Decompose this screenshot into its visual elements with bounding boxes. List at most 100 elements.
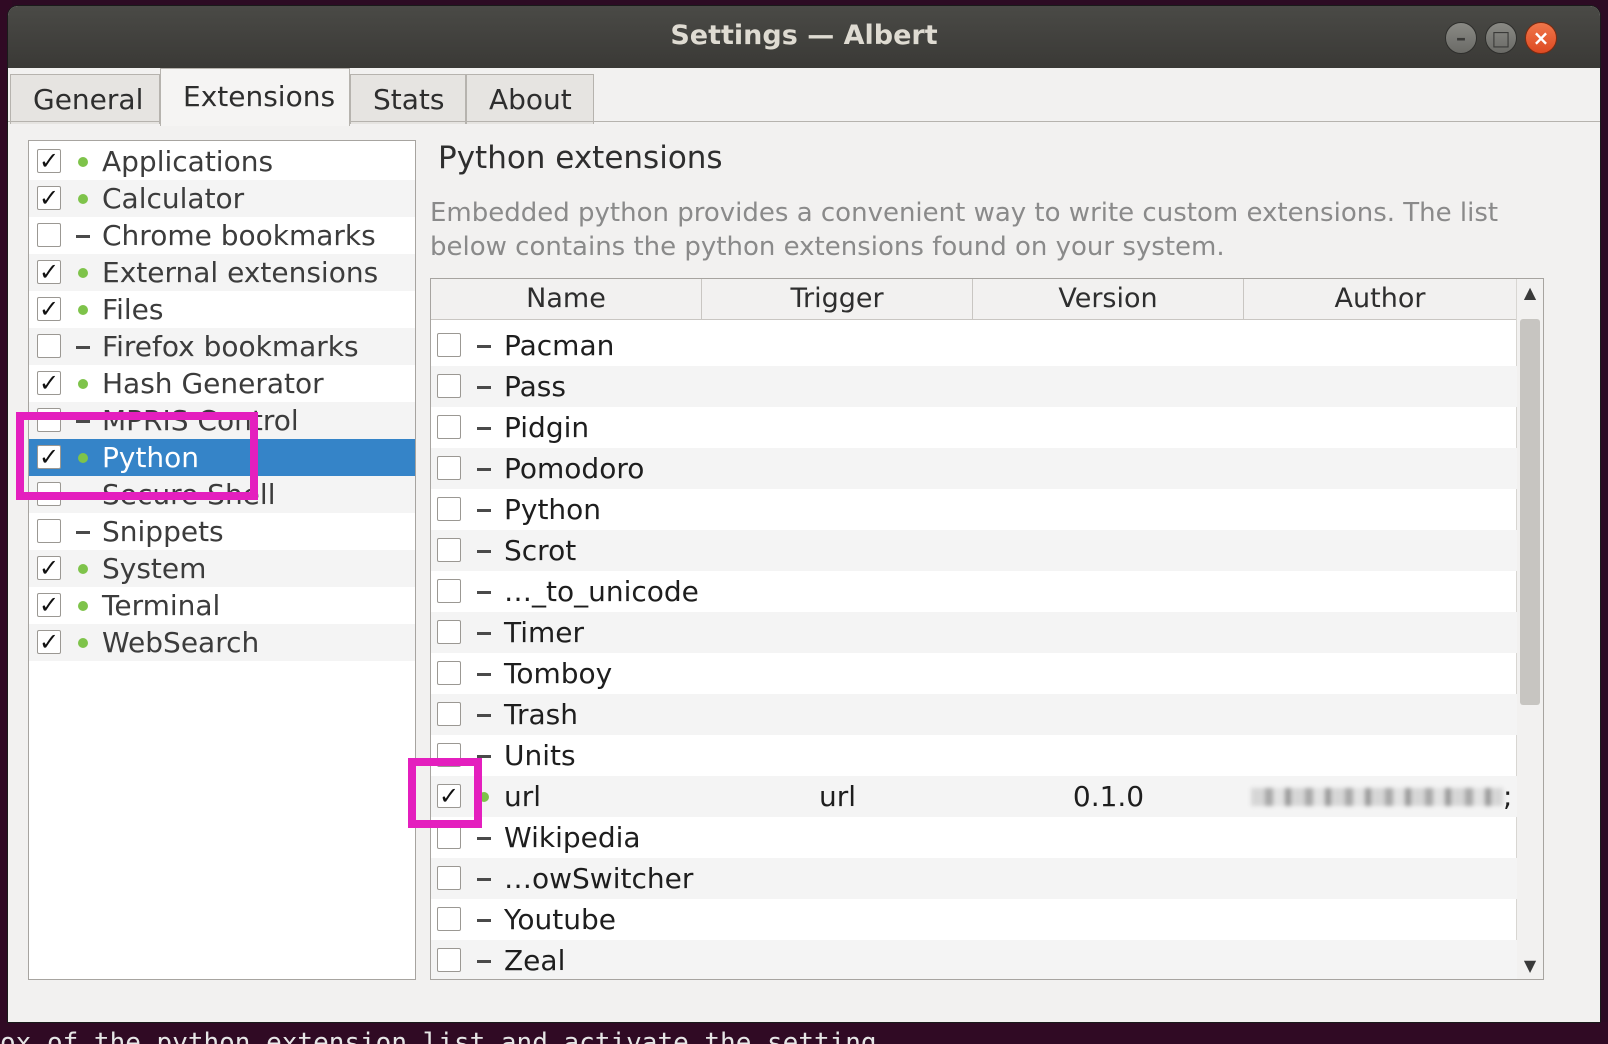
table-header: Name Trigger Version Author xyxy=(431,279,1517,320)
enable-checkbox[interactable] xyxy=(437,866,461,890)
scroll-up-icon[interactable]: ▲ xyxy=(1517,283,1543,302)
extension-item[interactable]: Secure Shell xyxy=(29,476,415,513)
enable-checkbox[interactable] xyxy=(437,374,461,398)
enable-checkbox[interactable]: ✓ xyxy=(37,556,61,580)
tab-general[interactable]: General xyxy=(10,74,160,124)
extension-name: Units xyxy=(504,739,576,772)
unloaded-indicator-icon xyxy=(477,345,491,348)
enable-checkbox[interactable] xyxy=(437,538,461,562)
table-row[interactable]: …owSwitcher xyxy=(431,858,1517,899)
unloaded-indicator-icon xyxy=(477,427,491,430)
enable-checkbox[interactable] xyxy=(437,415,461,439)
extension-item[interactable]: Chrome bookmarks xyxy=(29,217,415,254)
extension-item[interactable]: MPRIS Control xyxy=(29,402,415,439)
table-row[interactable]: Python xyxy=(431,489,1517,530)
loaded-indicator-icon xyxy=(78,379,88,389)
extension-name: Scrot xyxy=(504,534,577,567)
table-row[interactable]: Pass xyxy=(431,366,1517,407)
enable-checkbox[interactable] xyxy=(437,620,461,644)
extension-item[interactable]: ✓ WebSearch xyxy=(29,624,415,661)
enable-checkbox[interactable] xyxy=(37,519,61,543)
minimize-icon[interactable]: – xyxy=(1445,22,1477,54)
title-bar[interactable]: Settings — Albert – □ × xyxy=(8,6,1600,68)
trigger-cell: url xyxy=(818,780,857,813)
enable-checkbox[interactable]: ✓ xyxy=(37,260,61,284)
table-row[interactable]: Pomodoro xyxy=(431,448,1517,489)
table-row[interactable]: Tomboy xyxy=(431,653,1517,694)
scrollbar-thumb[interactable] xyxy=(1520,319,1540,705)
table-row[interactable]: Trash xyxy=(431,694,1517,735)
python-extensions-table[interactable]: Name Trigger Version Author ▲ ▼ Pacman Pa… xyxy=(430,278,1544,980)
table-row[interactable]: Wikipedia xyxy=(431,817,1517,858)
extension-item[interactable]: ✓ Python xyxy=(29,439,415,476)
enable-checkbox[interactable] xyxy=(437,743,461,767)
enable-checkbox[interactable]: ✓ xyxy=(37,149,61,173)
extension-label: Chrome bookmarks xyxy=(102,219,376,252)
extension-item[interactable]: ✓ Calculator xyxy=(29,180,415,217)
extension-item[interactable]: ✓ Files xyxy=(29,291,415,328)
enable-checkbox[interactable] xyxy=(437,333,461,357)
enable-checkbox[interactable] xyxy=(37,334,61,358)
maximize-icon[interactable]: □ xyxy=(1485,22,1517,54)
extension-label: Snippets xyxy=(102,515,224,548)
unloaded-indicator-icon xyxy=(76,531,90,534)
extension-label: Terminal xyxy=(102,589,221,622)
tab-about[interactable]: About xyxy=(466,74,594,124)
tab-extensions[interactable]: Extensions xyxy=(160,68,350,126)
enable-checkbox[interactable] xyxy=(437,661,461,685)
enable-checkbox[interactable]: ✓ xyxy=(37,630,61,654)
extension-item[interactable]: Snippets xyxy=(29,513,415,550)
extension-item[interactable]: ✓ External extensions xyxy=(29,254,415,291)
unloaded-indicator-icon xyxy=(477,673,491,676)
column-header-author[interactable]: Author xyxy=(1244,279,1517,319)
enable-checkbox[interactable] xyxy=(437,497,461,521)
table-row[interactable]: Scrot xyxy=(431,530,1517,571)
loaded-indicator-icon xyxy=(78,194,88,204)
enable-checkbox[interactable]: ✓ xyxy=(437,784,461,808)
table-row[interactable]: …_to_unicode xyxy=(431,571,1517,612)
close-icon[interactable]: × xyxy=(1525,22,1557,54)
enable-checkbox[interactable]: ✓ xyxy=(37,186,61,210)
column-header-version[interactable]: Version xyxy=(973,279,1244,319)
column-header-trigger[interactable]: Trigger xyxy=(702,279,973,319)
extension-item[interactable]: ✓ Applications xyxy=(29,143,415,180)
extension-item[interactable]: Firefox bookmarks xyxy=(29,328,415,365)
extension-name: Youtube xyxy=(504,903,616,936)
table-row[interactable]: Pidgin xyxy=(431,407,1517,448)
enable-checkbox[interactable] xyxy=(437,907,461,931)
enable-checkbox[interactable] xyxy=(37,223,61,247)
tab-stats[interactable]: Stats xyxy=(350,74,466,124)
enable-checkbox[interactable] xyxy=(37,408,61,432)
enable-checkbox[interactable] xyxy=(437,948,461,972)
table-row[interactable]: Units xyxy=(431,735,1517,776)
extension-item[interactable]: ✓ System xyxy=(29,550,415,587)
table-row[interactable]: Youtube xyxy=(431,899,1517,940)
enable-checkbox[interactable] xyxy=(437,456,461,480)
enable-checkbox[interactable]: ✓ xyxy=(37,297,61,321)
enable-checkbox[interactable] xyxy=(437,825,461,849)
table-row[interactable]: Zeal xyxy=(431,940,1517,979)
enable-checkbox[interactable]: ✓ xyxy=(37,371,61,395)
extension-item[interactable]: ✓ Terminal xyxy=(29,587,415,624)
enable-checkbox[interactable] xyxy=(437,579,461,603)
vertical-scrollbar[interactable]: ▲ ▼ xyxy=(1516,279,1543,979)
extension-label: Files xyxy=(102,293,164,326)
enable-checkbox[interactable] xyxy=(437,702,461,726)
loaded-indicator-icon xyxy=(78,601,88,611)
enable-checkbox[interactable] xyxy=(37,482,61,506)
table-row[interactable]: Pacman xyxy=(431,325,1517,366)
table-row[interactable]: ✓ url url 0.1.0; xyxy=(431,776,1517,817)
extension-label: WebSearch xyxy=(102,626,260,659)
table-row[interactable]: Timer xyxy=(431,612,1517,653)
enable-checkbox[interactable]: ✓ xyxy=(37,593,61,617)
unloaded-indicator-icon xyxy=(76,346,90,349)
unloaded-indicator-icon xyxy=(477,468,491,471)
extension-label: MPRIS Control xyxy=(102,404,299,437)
scroll-down-icon[interactable]: ▼ xyxy=(1517,956,1543,975)
loaded-indicator-icon xyxy=(78,268,88,278)
column-header-name[interactable]: Name xyxy=(431,279,702,319)
enable-checkbox[interactable]: ✓ xyxy=(37,445,61,469)
unloaded-indicator-icon xyxy=(477,837,491,840)
extension-item[interactable]: ✓ Hash Generator xyxy=(29,365,415,402)
extension-list[interactable]: ✓ Applications ✓ Calculator Chrome bookmarks… xyxy=(28,140,416,980)
